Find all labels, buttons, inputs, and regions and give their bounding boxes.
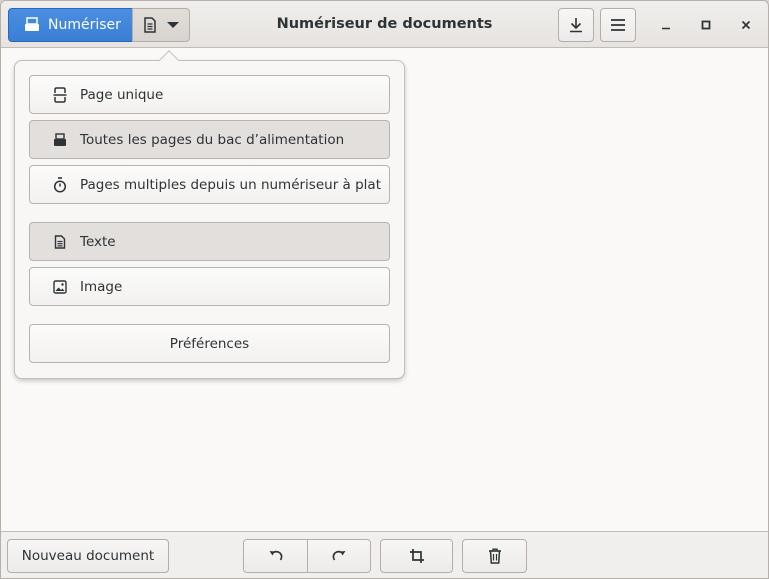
chevron-down-icon xyxy=(167,22,179,28)
maximize-icon xyxy=(701,20,711,30)
trash-icon xyxy=(488,548,501,564)
type-text[interactable]: Texte xyxy=(29,222,390,261)
type-text-label: Texte xyxy=(80,233,116,250)
type-image[interactable]: Image xyxy=(29,267,390,306)
app-window: Numériser Numériseur de documents Page u… xyxy=(0,0,769,579)
save-button[interactable] xyxy=(558,8,594,42)
single-page-icon xyxy=(53,86,67,103)
mode-multiple-flatbed[interactable]: Pages multiples depuis un numériseur à p… xyxy=(29,165,390,204)
rotate-left-button[interactable] xyxy=(243,539,308,573)
rotate-right-button[interactable] xyxy=(307,539,371,573)
hamburger-icon xyxy=(611,19,625,31)
text-document-icon xyxy=(54,234,66,249)
crop-icon xyxy=(409,549,424,563)
mode-multiple-flatbed-label: Pages multiples depuis un numériseur à p… xyxy=(80,176,381,193)
scan-options-popover: Page unique Toutes les pages du bac d’al… xyxy=(14,50,405,379)
mode-single-page[interactable]: Page unique xyxy=(29,75,390,114)
minimize-button[interactable] xyxy=(655,14,677,36)
mode-single-page-label: Page unique xyxy=(80,86,164,103)
scanner-icon xyxy=(25,17,39,31)
mode-feeder-label: Toutes les pages du bac d’alimentation xyxy=(80,131,345,148)
image-icon xyxy=(53,279,67,294)
close-icon xyxy=(741,20,751,30)
main-menu-button[interactable] xyxy=(600,8,636,42)
document-icon xyxy=(144,17,156,33)
maximize-button[interactable] xyxy=(695,14,717,36)
preferences-button[interactable]: Préférences xyxy=(29,324,390,363)
rotate-left-icon xyxy=(269,550,282,561)
type-image-label: Image xyxy=(80,278,123,295)
scan-button[interactable]: Numériser xyxy=(8,8,133,42)
timer-icon xyxy=(53,176,67,193)
scan-type-dropdown[interactable] xyxy=(132,8,190,42)
close-button[interactable] xyxy=(735,14,757,36)
delete-button[interactable] xyxy=(462,539,527,573)
new-document-button[interactable]: Nouveau document xyxy=(7,539,169,573)
download-icon xyxy=(570,18,582,33)
rotate-right-icon xyxy=(332,550,346,561)
crop-button[interactable] xyxy=(380,539,453,573)
bottom-toolbar: Nouveau document xyxy=(1,531,768,578)
mode-feeder[interactable]: Toutes les pages du bac d’alimentation xyxy=(29,120,390,159)
feeder-icon xyxy=(54,132,66,146)
minimize-icon xyxy=(662,27,670,30)
scan-button-label: Numériser xyxy=(48,17,121,33)
popover-arrow xyxy=(159,50,179,70)
new-document-label: Nouveau document xyxy=(21,548,155,564)
preferences-label: Préférences xyxy=(169,335,250,352)
header-bar: Numériser Numériseur de documents xyxy=(1,1,768,48)
